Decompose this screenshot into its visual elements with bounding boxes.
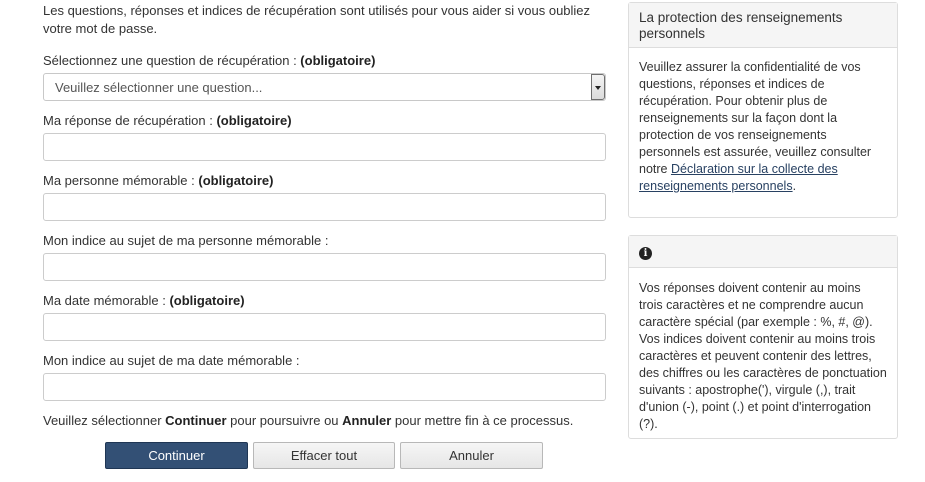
selected-question: Veuillez sélectionner une question...	[55, 80, 263, 95]
date-label: Ma date mémorable : (obligatoire)	[43, 293, 245, 309]
instruction-cancel-word: Annuler	[342, 413, 392, 428]
instruction-text: Veuillez sélectionner Continuer pour pou…	[43, 413, 573, 429]
intro-text: Les questions, réponses et indices de ré…	[43, 3, 591, 36]
instruction-suffix: pour mettre fin à ce processus.	[391, 413, 574, 428]
person-label: Ma personne mémorable : (obligatoire)	[43, 173, 273, 189]
person-hint-label: Mon indice au sujet de ma personne mémor…	[43, 233, 328, 249]
privacy-panel-body: Veuillez assurer la confidentialité de v…	[629, 48, 897, 205]
chevron-down-icon[interactable]	[591, 74, 605, 100]
memorable-date-hint-input[interactable]	[43, 373, 606, 401]
privacy-panel-text-end: .	[792, 179, 797, 193]
info-panel-heading: i	[629, 236, 897, 268]
recovery-answer-input[interactable]	[43, 133, 606, 161]
clear-all-button[interactable]: Effacer tout	[253, 442, 395, 469]
date-hint-label-text: Mon indice au sujet de ma date mémorable…	[43, 353, 300, 368]
person-label-text: Ma personne mémorable :	[43, 173, 199, 188]
required-tag: (obligatoire)	[300, 53, 376, 68]
answer-label: Ma réponse de récupération : (obligatoir…	[43, 113, 292, 129]
info-icon: i	[639, 247, 652, 260]
cancel-button[interactable]: Annuler	[400, 442, 543, 469]
answer-label-text: Ma réponse de récupération :	[43, 113, 217, 128]
person-hint-label-text: Mon indice au sujet de ma personne mémor…	[43, 233, 329, 248]
question-label: Sélectionnez une question de récupératio…	[43, 53, 375, 69]
required-tag: (obligatoire)	[169, 293, 245, 308]
privacy-panel: La protection des renseignements personn…	[628, 2, 898, 218]
privacy-panel-title: La protection des renseignements personn…	[629, 3, 897, 48]
instruction-prefix: Veuillez sélectionner	[43, 413, 166, 428]
memorable-person-hint-input[interactable]	[43, 253, 606, 281]
info-panel-body: Vos réponses doivent contenir au moins t…	[639, 281, 887, 431]
privacy-panel-text: Veuillez assurer la confidentialité de v…	[639, 60, 872, 176]
info-panel: i Vos réponses doivent contenir au moins…	[628, 235, 898, 439]
recovery-question-select[interactable]: Veuillez sélectionner une question...	[43, 73, 606, 101]
memorable-date-input[interactable]	[43, 313, 606, 341]
instruction-middle: pour poursuivre ou	[226, 413, 343, 428]
date-hint-label: Mon indice au sujet de ma date mémorable…	[43, 353, 300, 369]
memorable-person-input[interactable]	[43, 193, 606, 221]
continue-button[interactable]: Continuer	[105, 442, 248, 469]
date-label-text: Ma date mémorable :	[43, 293, 170, 308]
question-label-text: Sélectionnez une question de récupératio…	[43, 53, 301, 68]
instruction-continue-word: Continuer	[165, 413, 227, 428]
required-tag: (obligatoire)	[216, 113, 292, 128]
required-tag: (obligatoire)	[198, 173, 274, 188]
